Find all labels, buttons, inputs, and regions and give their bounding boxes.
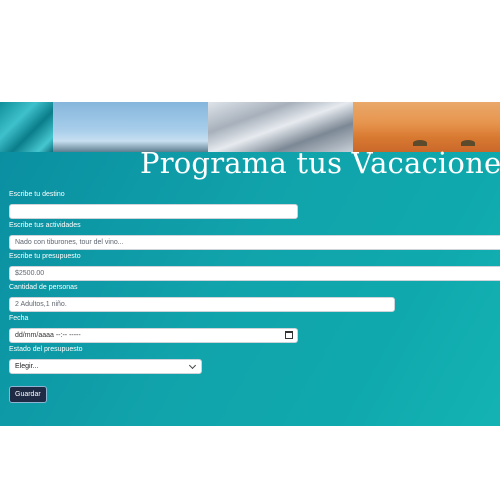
page-title: Programa tus Vacaciones bbox=[140, 146, 500, 180]
calendar-icon[interactable] bbox=[285, 331, 293, 339]
presupuesto-label: Escribe tu presupuesto bbox=[9, 253, 81, 260]
fecha-input[interactable]: dd/mm/aaaa --:-- ----- bbox=[9, 328, 298, 343]
actividades-input[interactable]: Nado con tiburones, tour del vino... bbox=[9, 235, 500, 250]
banner-image-desert bbox=[353, 102, 500, 152]
presupuesto-input[interactable]: $2500.00 bbox=[9, 266, 500, 281]
estado-label: Estado del presupuesto bbox=[9, 346, 83, 353]
personas-label: Cantidad de personas bbox=[9, 284, 78, 291]
fecha-label: Fecha bbox=[9, 315, 29, 322]
estado-selected: Elegir... bbox=[15, 363, 39, 370]
destino-label: Escribe tu destino bbox=[9, 191, 65, 198]
header-banner bbox=[0, 102, 500, 152]
banner-image-mountain bbox=[208, 102, 353, 152]
personas-input[interactable]: 2 Adultos,1 niño. bbox=[9, 297, 395, 312]
actividades-label: Escribe tus actividades bbox=[9, 222, 81, 229]
banner-image-sky bbox=[53, 102, 208, 152]
form-panel: Programa tus Vacaciones Escribe tu desti… bbox=[0, 146, 500, 426]
destino-input[interactable] bbox=[9, 204, 298, 219]
fecha-value: dd/mm/aaaa --:-- ----- bbox=[15, 332, 81, 339]
estado-select[interactable]: Elegir... bbox=[9, 359, 202, 374]
chevron-down-icon bbox=[188, 361, 197, 370]
banner-image-sea bbox=[0, 102, 53, 152]
save-button[interactable]: Guardar bbox=[9, 386, 47, 403]
